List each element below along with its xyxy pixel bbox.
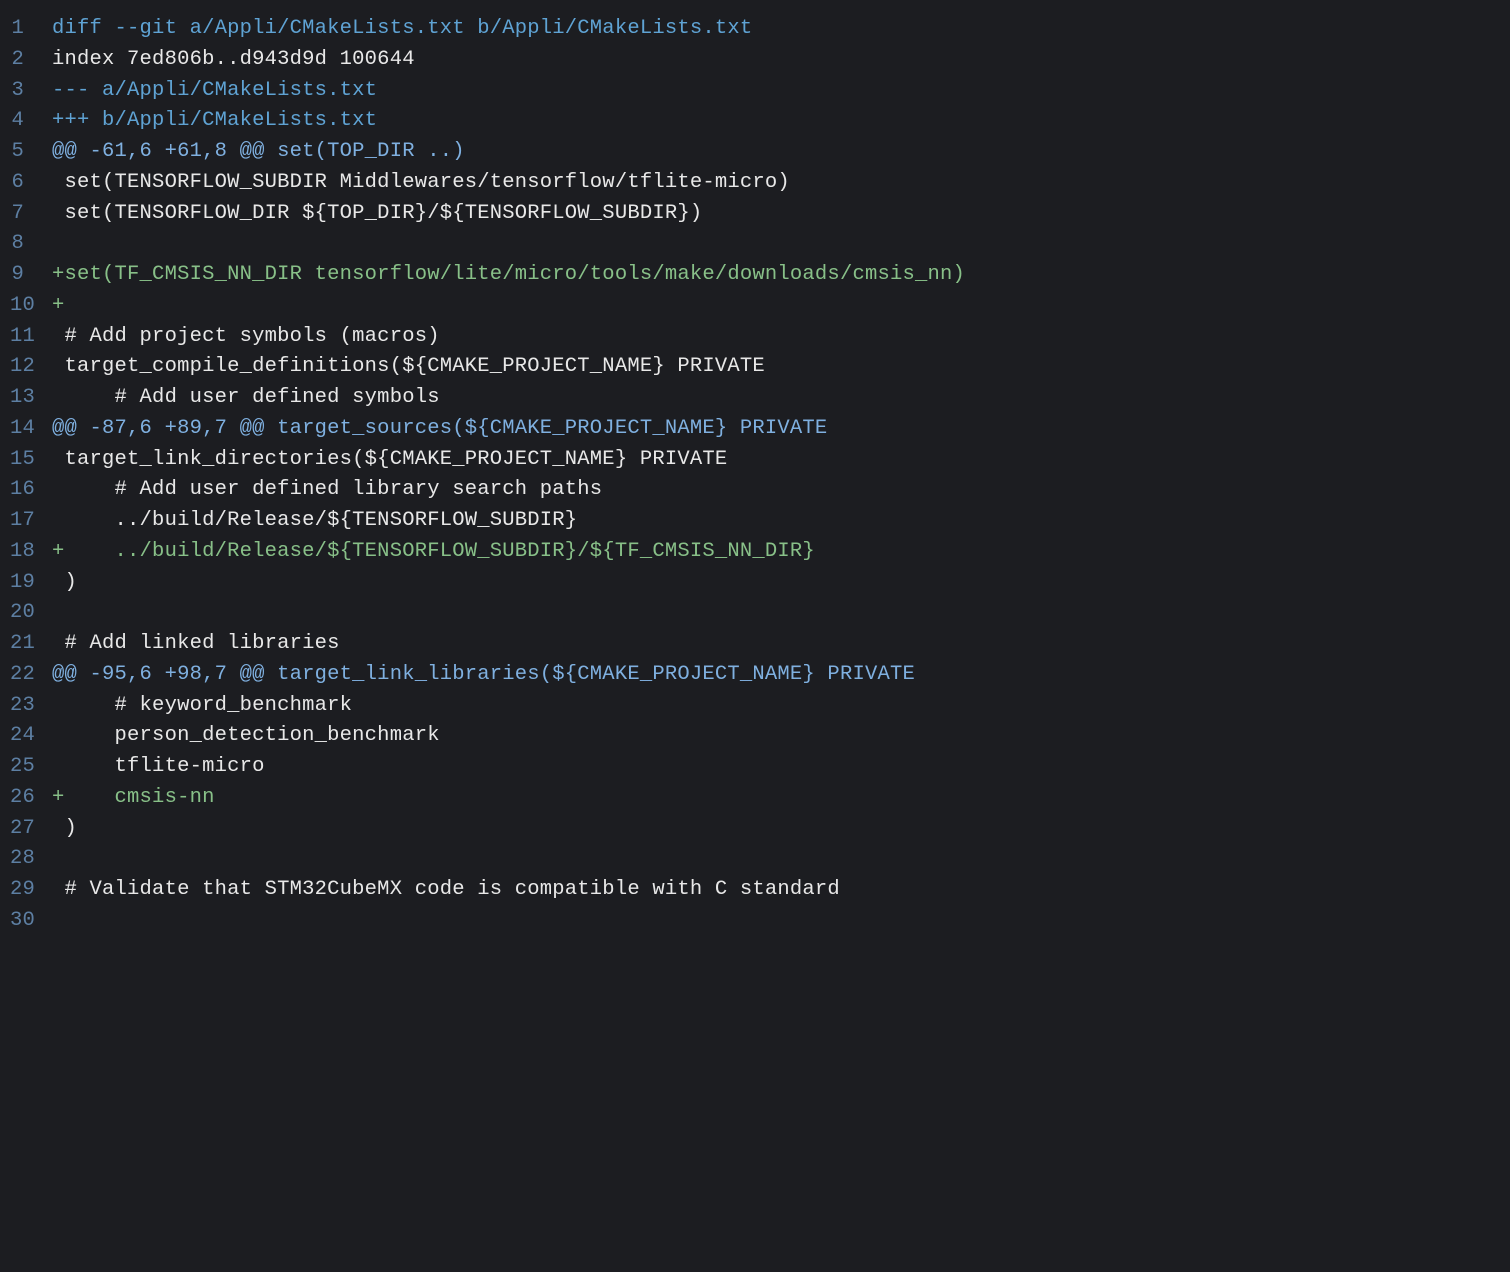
line-number: 18 xyxy=(10,537,52,568)
code-editor: 1 diff --git a/Appli/CMakeLists.txt b/Ap… xyxy=(10,14,1500,937)
line-number: 30 xyxy=(10,906,52,937)
code-line: 30 xyxy=(10,906,1500,937)
line-number: 5 xyxy=(10,137,52,168)
line-number: 21 xyxy=(10,629,52,660)
line-number: 24 xyxy=(10,721,52,752)
code-line: 15 target_link_directories(${CMAKE_PROJE… xyxy=(10,445,1500,476)
line-number: 3 xyxy=(10,76,52,107)
code-line: 7 set(TENSORFLOW_DIR ${TOP_DIR}/${TENSOR… xyxy=(10,199,1500,230)
line-number: 7 xyxy=(10,199,52,230)
line-content: # Add user defined library search paths xyxy=(52,475,1500,506)
line-content: # Add linked libraries xyxy=(52,629,1500,660)
line-number: 28 xyxy=(10,844,52,875)
line-number: 19 xyxy=(10,568,52,599)
code-line: 20 xyxy=(10,598,1500,629)
line-content xyxy=(52,598,1500,629)
code-line: 10 + xyxy=(10,291,1500,322)
code-line: 2 index 7ed806b..d943d9d 100644 xyxy=(10,45,1500,76)
code-line: 4 +++ b/Appli/CMakeLists.txt xyxy=(10,106,1500,137)
code-line: 6 set(TENSORFLOW_SUBDIR Middlewares/tens… xyxy=(10,168,1500,199)
code-line: 13 # Add user defined symbols xyxy=(10,383,1500,414)
line-content: + xyxy=(52,291,1500,322)
line-content xyxy=(52,906,1500,937)
line-content: tflite-micro xyxy=(52,752,1500,783)
line-number: 8 xyxy=(10,229,52,260)
line-content: # Add project symbols (macros) xyxy=(52,322,1500,353)
code-line: 18 + ../build/Release/${TENSORFLOW_SUBDI… xyxy=(10,537,1500,568)
line-number: 20 xyxy=(10,598,52,629)
code-line: 29 # Validate that STM32CubeMX code is c… xyxy=(10,875,1500,906)
code-line: 12 target_compile_definitions(${CMAKE_PR… xyxy=(10,352,1500,383)
code-line: 28 xyxy=(10,844,1500,875)
line-content: @@ -61,6 +61,8 @@ set(TOP_DIR ..) xyxy=(52,137,1500,168)
line-number: 4 xyxy=(10,106,52,137)
line-number: 25 xyxy=(10,752,52,783)
code-line: 17 ../build/Release/${TENSORFLOW_SUBDIR} xyxy=(10,506,1500,537)
line-number: 29 xyxy=(10,875,52,906)
line-content: person_detection_benchmark xyxy=(52,721,1500,752)
line-number: 26 xyxy=(10,783,52,814)
line-number: 6 xyxy=(10,168,52,199)
line-number: 12 xyxy=(10,352,52,383)
line-number: 9 xyxy=(10,260,52,291)
line-content: ) xyxy=(52,568,1500,599)
line-content: target_link_directories(${CMAKE_PROJECT_… xyxy=(52,445,1500,476)
line-content: # Add user defined symbols xyxy=(52,383,1500,414)
line-content: target_compile_definitions(${CMAKE_PROJE… xyxy=(52,352,1500,383)
code-line: 11 # Add project symbols (macros) xyxy=(10,322,1500,353)
line-number: 22 xyxy=(10,660,52,691)
line-content: diff --git a/Appli/CMakeLists.txt b/Appl… xyxy=(52,14,1500,45)
line-number: 15 xyxy=(10,445,52,476)
code-line: 1 diff --git a/Appli/CMakeLists.txt b/Ap… xyxy=(10,14,1500,45)
code-line: 16 # Add user defined library search pat… xyxy=(10,475,1500,506)
code-line: 24 person_detection_benchmark xyxy=(10,721,1500,752)
line-content: # keyword_benchmark xyxy=(52,691,1500,722)
code-line: 19 ) xyxy=(10,568,1500,599)
line-content: set(TENSORFLOW_SUBDIR Middlewares/tensor… xyxy=(52,168,1500,199)
line-number: 10 xyxy=(10,291,52,322)
line-number: 11 xyxy=(10,322,52,353)
code-line: 14 @@ -87,6 +89,7 @@ target_sources(${CM… xyxy=(10,414,1500,445)
line-content: ../build/Release/${TENSORFLOW_SUBDIR} xyxy=(52,506,1500,537)
line-number: 16 xyxy=(10,475,52,506)
code-line: 26 + cmsis-nn xyxy=(10,783,1500,814)
line-content: # Validate that STM32CubeMX code is comp… xyxy=(52,875,1500,906)
code-line: 25 tflite-micro xyxy=(10,752,1500,783)
line-content: + cmsis-nn xyxy=(52,783,1500,814)
line-number: 1 xyxy=(10,14,52,45)
line-content: --- a/Appli/CMakeLists.txt xyxy=(52,76,1500,107)
line-number: 17 xyxy=(10,506,52,537)
line-number: 2 xyxy=(10,45,52,76)
line-content: ) xyxy=(52,814,1500,845)
line-content xyxy=(52,229,1500,260)
code-line: 23 # keyword_benchmark xyxy=(10,691,1500,722)
code-line: 8 xyxy=(10,229,1500,260)
line-number: 14 xyxy=(10,414,52,445)
code-line: 3 --- a/Appli/CMakeLists.txt xyxy=(10,76,1500,107)
code-line: 9 +set(TF_CMSIS_NN_DIR tensorflow/lite/m… xyxy=(10,260,1500,291)
line-content: set(TENSORFLOW_DIR ${TOP_DIR}/${TENSORFL… xyxy=(52,199,1500,230)
line-number: 13 xyxy=(10,383,52,414)
line-number: 27 xyxy=(10,814,52,845)
line-content: index 7ed806b..d943d9d 100644 xyxy=(52,45,1500,76)
line-content xyxy=(52,844,1500,875)
line-content: @@ -87,6 +89,7 @@ target_sources(${CMAKE… xyxy=(52,414,1500,445)
code-line: 21 # Add linked libraries xyxy=(10,629,1500,660)
line-content: +set(TF_CMSIS_NN_DIR tensorflow/lite/mic… xyxy=(52,260,1500,291)
line-number: 23 xyxy=(10,691,52,722)
code-line: 5 @@ -61,6 +61,8 @@ set(TOP_DIR ..) xyxy=(10,137,1500,168)
line-content: + ../build/Release/${TENSORFLOW_SUBDIR}/… xyxy=(52,537,1500,568)
line-content: @@ -95,6 +98,7 @@ target_link_libraries(… xyxy=(52,660,1500,691)
code-line: 27 ) xyxy=(10,814,1500,845)
code-line: 22 @@ -95,6 +98,7 @@ target_link_librari… xyxy=(10,660,1500,691)
line-content: +++ b/Appli/CMakeLists.txt xyxy=(52,106,1500,137)
